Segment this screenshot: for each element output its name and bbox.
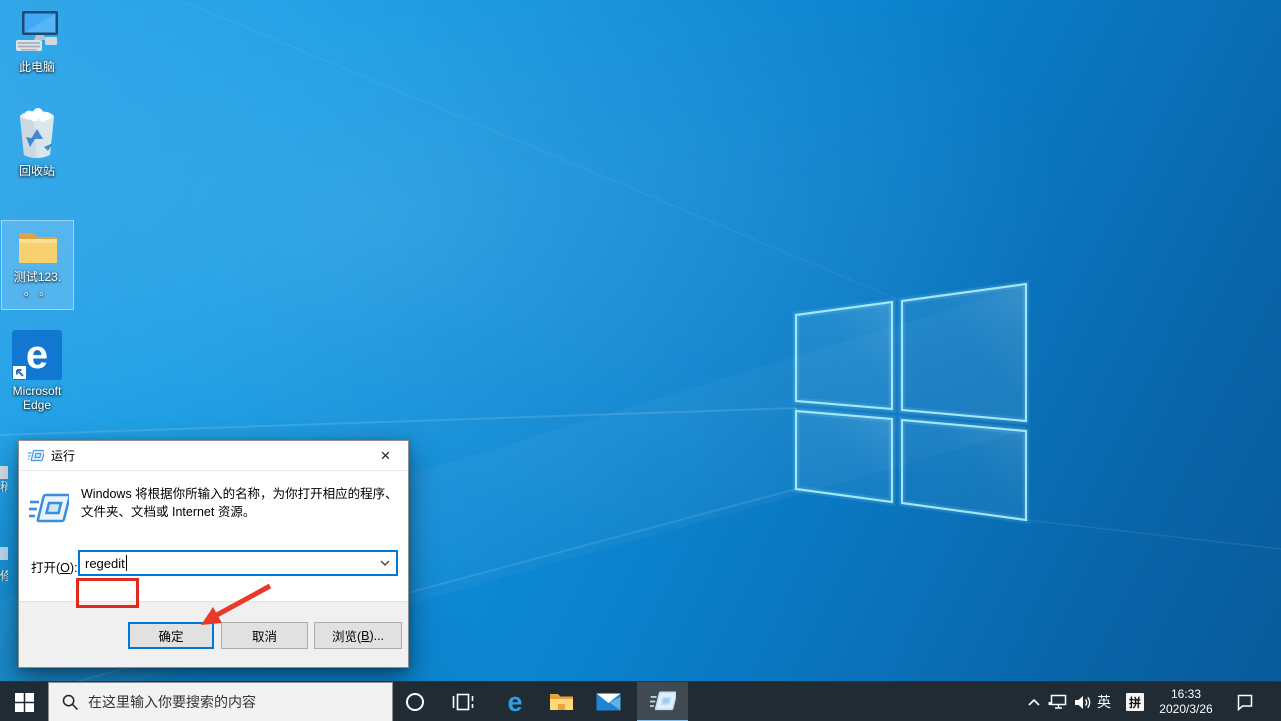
desktop-icon-test-folder[interactable]: 测试123. 。 。 bbox=[2, 221, 73, 309]
ok-button[interactable]: 确定 bbox=[128, 622, 214, 649]
run-taskbar-icon bbox=[650, 689, 676, 714]
tray-time: 16:33 bbox=[1171, 687, 1201, 702]
hidden-desktop-icon-label-fragment: 稍 bbox=[0, 478, 8, 492]
tray-ime-mode-button[interactable]: 拼 bbox=[1126, 693, 1144, 711]
run-dialog-titlebar[interactable]: 运行 × bbox=[19, 441, 408, 471]
desktop-icon-label-line2: Edge bbox=[23, 398, 51, 412]
taskbar: e bbox=[0, 681, 1281, 721]
cortana-button[interactable] bbox=[393, 682, 437, 721]
desktop-icon-label: 此电脑 bbox=[19, 60, 55, 74]
edge-icon: e bbox=[507, 689, 522, 716]
tray-ime-language-button[interactable]: 英 bbox=[1093, 682, 1115, 721]
desktop-icon-recycle-bin[interactable]: 回收站 bbox=[1, 107, 73, 178]
run-dialog-title: 运行 bbox=[51, 447, 75, 464]
task-view-button[interactable] bbox=[443, 682, 483, 721]
hidden-desktop-icon-label-fragment: 修 bbox=[0, 567, 8, 581]
task-view-icon bbox=[452, 692, 474, 712]
run-dialog-description: Windows 将根据你所输入的名称，为你打开相应的程序、 文件夹、文档或 In… bbox=[81, 486, 399, 521]
windows-logo-icon bbox=[15, 693, 34, 712]
taskbar-edge-button[interactable]: e bbox=[495, 682, 535, 721]
run-dialog-titlebar-icon bbox=[28, 449, 44, 463]
search-input[interactable] bbox=[88, 694, 378, 710]
taskbar-search-box[interactable] bbox=[48, 682, 393, 721]
mail-icon bbox=[596, 693, 621, 711]
run-icon bbox=[29, 490, 69, 528]
action-center-icon bbox=[1236, 694, 1254, 711]
tray-show-hidden-icons-button[interactable] bbox=[1024, 682, 1044, 721]
desktop-icon-label-line2: 。 。 bbox=[24, 284, 51, 298]
desktop-icon-label: Microsoft bbox=[13, 384, 62, 398]
svg-text:e: e bbox=[26, 333, 48, 377]
network-icon bbox=[1048, 694, 1067, 710]
tray-network-button[interactable] bbox=[1045, 682, 1070, 721]
speaker-icon bbox=[1074, 695, 1092, 710]
this-pc-icon bbox=[14, 9, 60, 57]
shortcut-arrow-icon bbox=[13, 366, 26, 379]
run-command-value: regedit bbox=[85, 556, 125, 571]
run-dialog-footer: 确定 取消 浏览(B)... bbox=[19, 601, 408, 667]
desktop-icon-label: 回收站 bbox=[19, 164, 55, 178]
run-dialog: 运行 × Windows 将根据你所输入的名称，为你打开相应的程序、 文件夹、文… bbox=[18, 440, 409, 668]
description-line1: Windows 将根据你所输入的名称，为你打开相应的程序、 bbox=[81, 486, 399, 504]
action-center-button[interactable] bbox=[1232, 682, 1258, 721]
run-command-input[interactable]: regedit bbox=[78, 550, 398, 576]
cancel-button[interactable]: 取消 bbox=[221, 622, 308, 649]
tray-clock[interactable]: 16:33 2020/3/26 bbox=[1150, 682, 1222, 721]
start-button[interactable] bbox=[0, 682, 48, 721]
chevron-down-icon[interactable] bbox=[377, 554, 393, 572]
folder-icon bbox=[17, 227, 59, 267]
description-line2: 文件夹、文档或 Internet 资源。 bbox=[81, 504, 399, 522]
taskbar-mail-button[interactable] bbox=[588, 682, 628, 721]
cortana-icon bbox=[405, 692, 425, 712]
edge-icon: e bbox=[11, 329, 63, 381]
text-cursor bbox=[126, 555, 128, 571]
desktop-icon-microsoft-edge[interactable]: e Microsoft Edge bbox=[1, 329, 73, 412]
hidden-desktop-icon-fragment bbox=[0, 547, 8, 560]
desktop-icon-label: 测试123. bbox=[14, 270, 61, 284]
desktop-icon-this-pc[interactable]: 此电脑 bbox=[1, 9, 73, 74]
tray-volume-button[interactable] bbox=[1070, 682, 1095, 721]
chevron-up-icon bbox=[1027, 698, 1041, 706]
close-icon[interactable]: × bbox=[363, 441, 408, 470]
run-dialog-body: Windows 将根据你所输入的名称，为你打开相应的程序、 文件夹、文档或 In… bbox=[19, 471, 408, 601]
desktop: 此电脑 回收站 测试123. 。 。 bbox=[0, 0, 1281, 721]
taskbar-run-app-button[interactable] bbox=[637, 682, 688, 721]
tray-date: 2020/3/26 bbox=[1159, 702, 1212, 717]
open-label: 打开(O): bbox=[31, 555, 78, 581]
taskbar-file-explorer-button[interactable] bbox=[541, 682, 581, 721]
file-explorer-icon bbox=[549, 692, 574, 712]
search-icon bbox=[62, 694, 79, 711]
recycle-bin-icon bbox=[14, 107, 60, 161]
browse-button[interactable]: 浏览(B)... bbox=[314, 622, 402, 649]
